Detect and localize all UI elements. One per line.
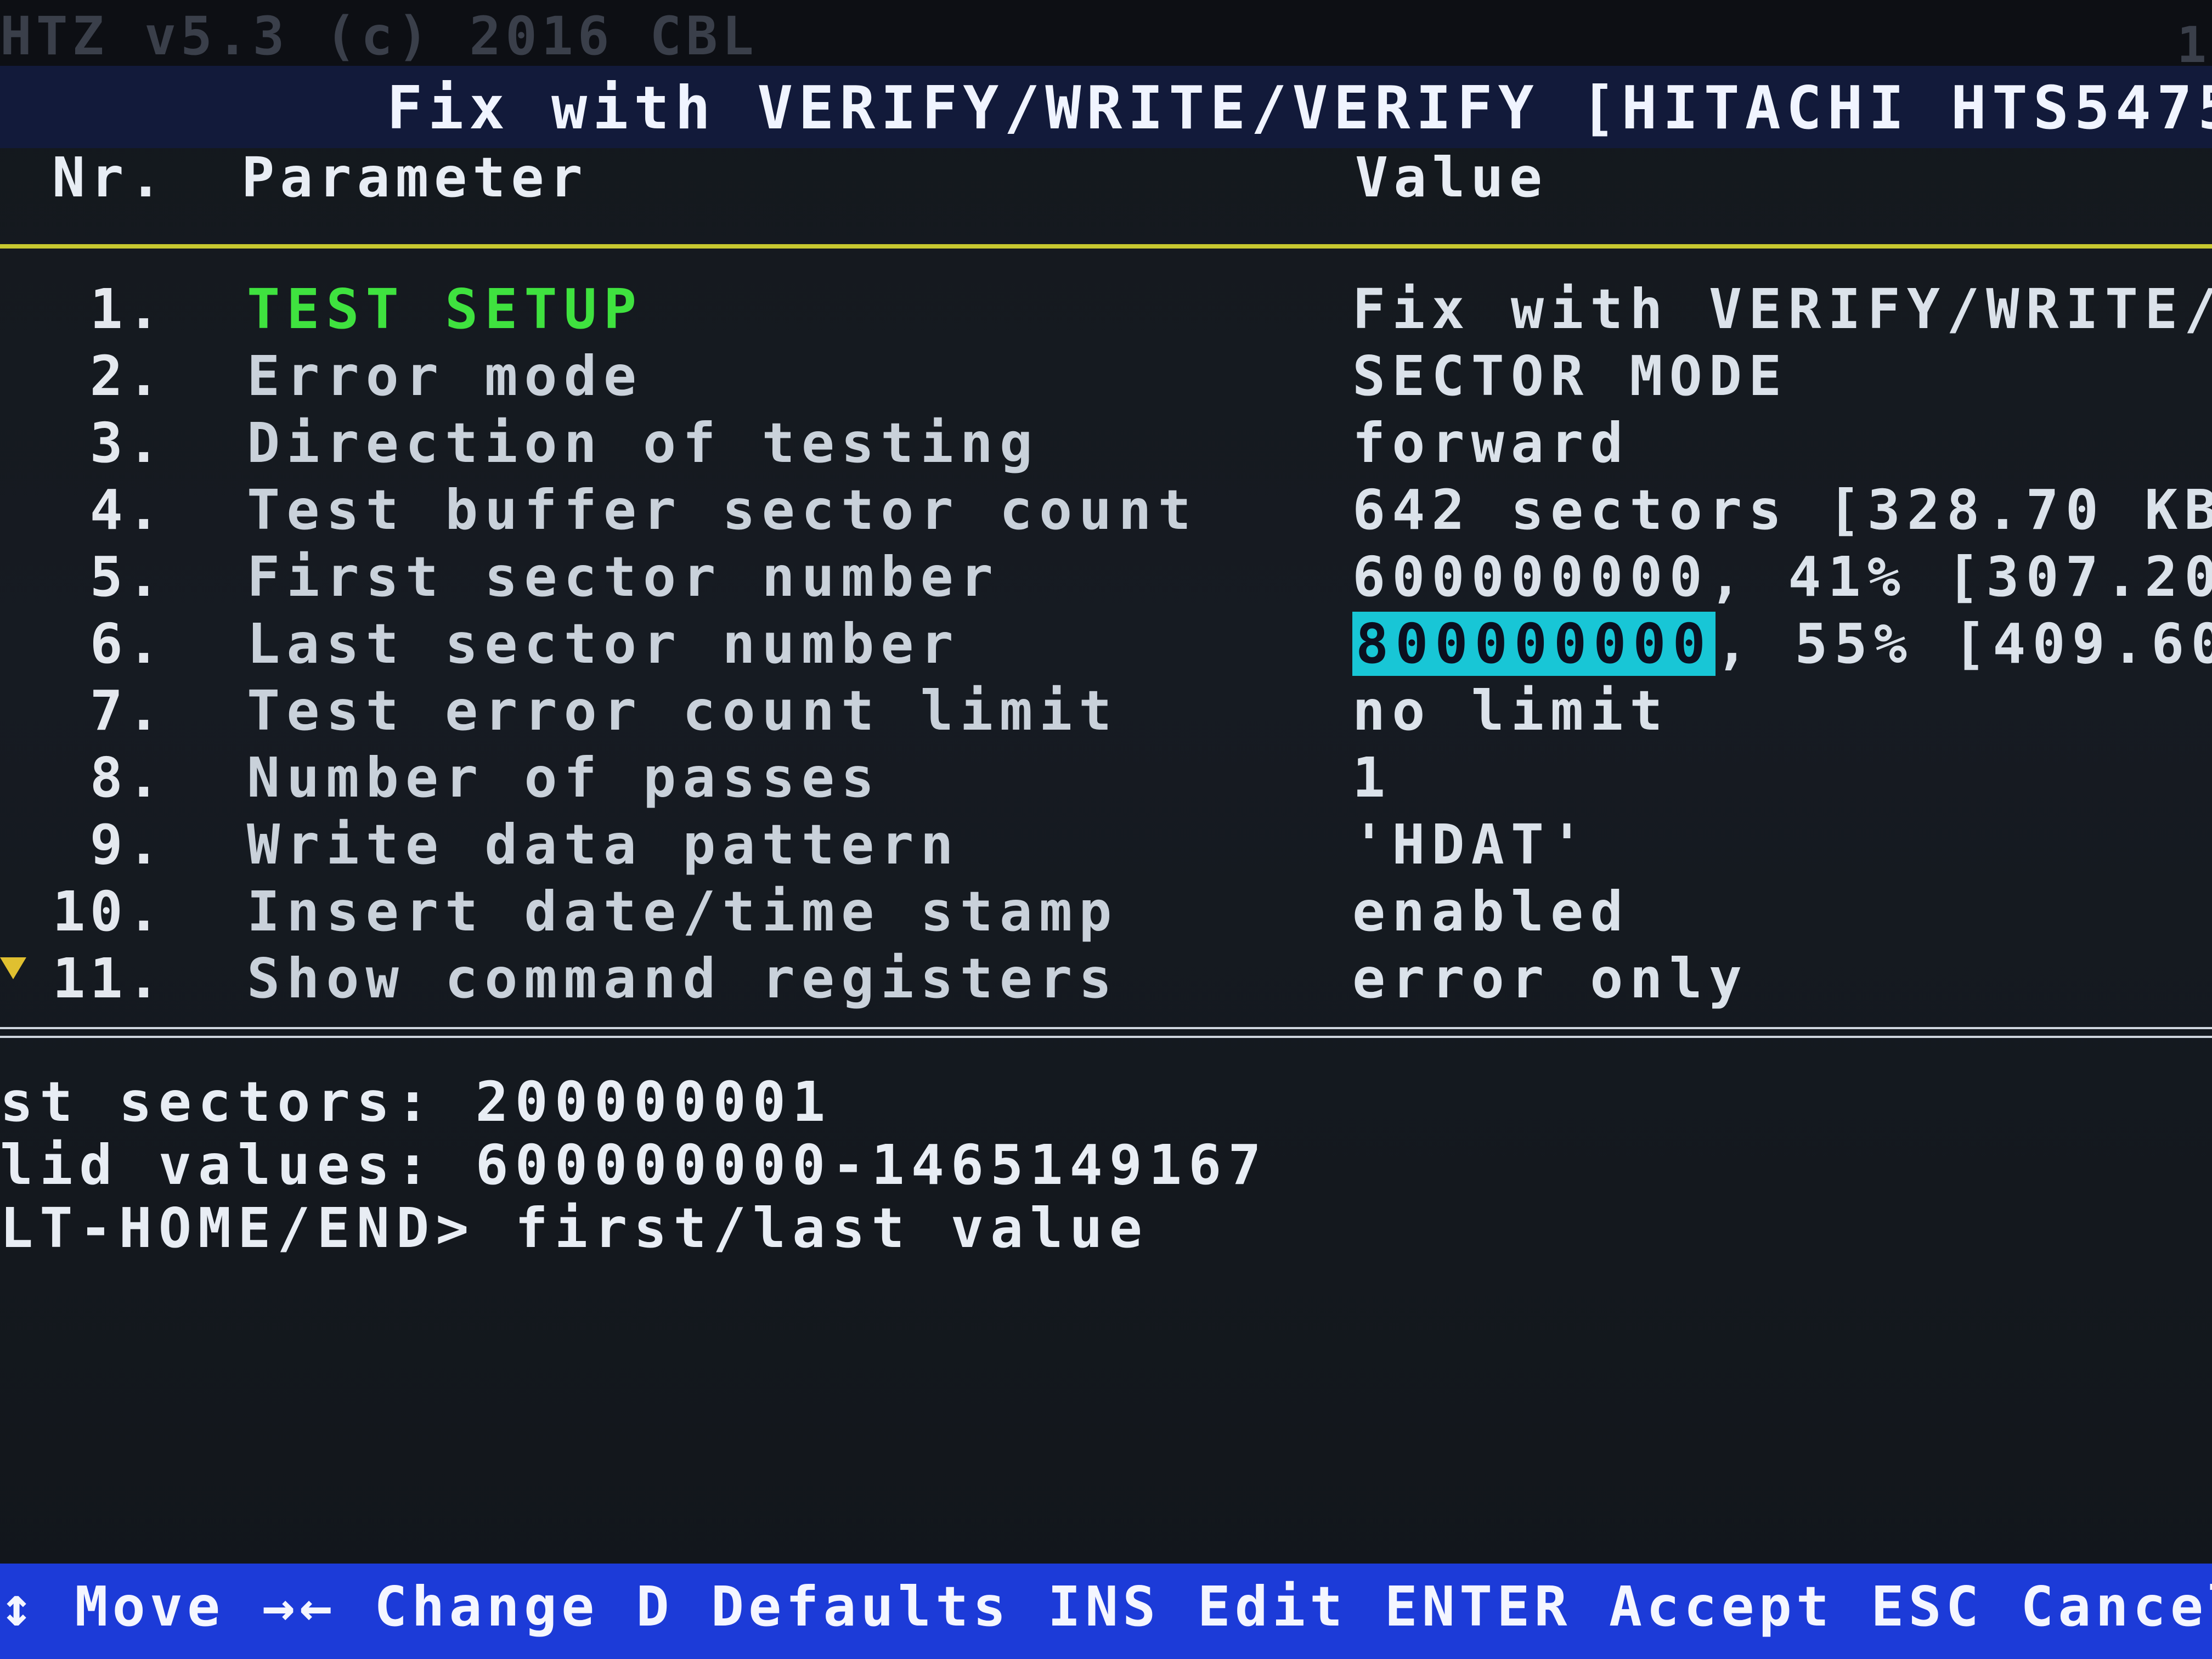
- row-number: 9.: [89, 812, 165, 877]
- settings-row-first-sector[interactable]: 5. First sector number 600000000, 41% [3…: [0, 545, 2212, 611]
- info-valid-values: lid values: 600000000-1465149167: [0, 1133, 1268, 1197]
- row-value: 1: [1352, 746, 1392, 810]
- row-parameter: Number of passes: [247, 746, 881, 810]
- settings-row-error-mode[interactable]: 2. Error mode SECTOR MODE: [0, 344, 2212, 410]
- settings-row-command-registers[interactable]: 11. Show command registers error only: [0, 946, 2212, 1012]
- settings-row-test-setup[interactable]: 1. TEST SETUP Fix with VERIFY/WRITE/VE: [0, 277, 2212, 343]
- last-sector-input[interactable]: 800000000: [1352, 612, 1716, 676]
- row-number: 1.: [89, 277, 165, 341]
- row-parameter: Test buffer sector count: [247, 478, 1198, 542]
- settings-row-buffer-count[interactable]: 4. Test buffer sector count 642 sectors …: [0, 478, 2212, 544]
- row-parameter: First sector number: [247, 545, 1000, 609]
- row-parameter: Insert date/time stamp: [247, 879, 1119, 944]
- settings-row-passes[interactable]: 8. Number of passes 1: [0, 746, 2212, 811]
- column-header-nr: Nr.: [52, 145, 168, 210]
- table-divider: [0, 1027, 2212, 1038]
- row-number: 2.: [89, 344, 165, 408]
- row-parameter: Direction of testing: [247, 411, 1040, 475]
- row-number: 4.: [89, 478, 165, 542]
- row-value: Fix with VERIFY/WRITE/VE: [1352, 277, 2212, 341]
- key-help-text: ↕ Move →← Change D Defaults INS Edit ENT…: [0, 1575, 2212, 1639]
- row-parameter: Show command registers: [247, 946, 1119, 1011]
- header-divider: [0, 244, 2212, 249]
- info-hint: LT-HOME/END> first/last value: [0, 1196, 1149, 1260]
- row-parameter: Write data pattern: [247, 812, 960, 877]
- row-parameter: TEST SETUP: [247, 277, 644, 341]
- row-value: forward: [1352, 411, 1630, 475]
- row-number: 11.: [52, 946, 165, 1011]
- window-title: Fix with VERIFY/WRITE/VERIFY [HITACHI HT…: [387, 74, 2212, 143]
- settings-row-timestamp[interactable]: 10. Insert date/time stamp enabled: [0, 879, 2212, 945]
- row-number: 6.: [89, 612, 165, 676]
- row-value: 642 sectors [328.70 KB]: [1352, 478, 2212, 542]
- settings-row-last-sector[interactable]: 6. Last sector number 800000000, 55% [40…: [0, 612, 2212, 678]
- row-value: error only: [1352, 946, 1749, 1011]
- row-number: 8.: [89, 746, 165, 810]
- row-parameter: Last sector number: [247, 612, 960, 676]
- copyright-text: HTZ v5.3 (c) 2016 CBL: [0, 5, 758, 67]
- row-parameter: Test error count limit: [247, 679, 1119, 743]
- info-total-sectors: st sectors: 200000001: [0, 1070, 832, 1134]
- row-value: 600000000, 41% [307.20: [1352, 545, 2212, 609]
- settings-row-data-pattern[interactable]: 9. Write data pattern 'HDAT': [0, 812, 2212, 878]
- row-value: 'HDAT': [1352, 812, 1590, 877]
- terminal-screen: HTZ v5.3 (c) 2016 CBL 1 Fix with VERIFY/…: [0, 0, 2212, 1659]
- settings-row-error-limit[interactable]: 7. Test error count limit no limit: [0, 679, 2212, 744]
- row-value: enabled: [1352, 879, 1630, 944]
- row-number: 5.: [89, 545, 165, 609]
- row-number: 7.: [89, 679, 165, 743]
- row-parameter: Error mode: [247, 344, 644, 408]
- row-value: no limit: [1352, 679, 1669, 743]
- row-number: 3.: [89, 411, 165, 475]
- settings-row-direction[interactable]: 3. Direction of testing forward: [0, 411, 2212, 477]
- row-value-edit[interactable]: 800000000, 55% [409.60: [1352, 612, 2212, 676]
- column-header-value: Value: [1355, 145, 1548, 210]
- row-value: SECTOR MODE: [1352, 344, 1788, 408]
- row-number: 10.: [52, 879, 165, 944]
- column-header-parameter: Parameter: [241, 145, 588, 210]
- row-value-rest: , 55% [409.60: [1715, 612, 2212, 676]
